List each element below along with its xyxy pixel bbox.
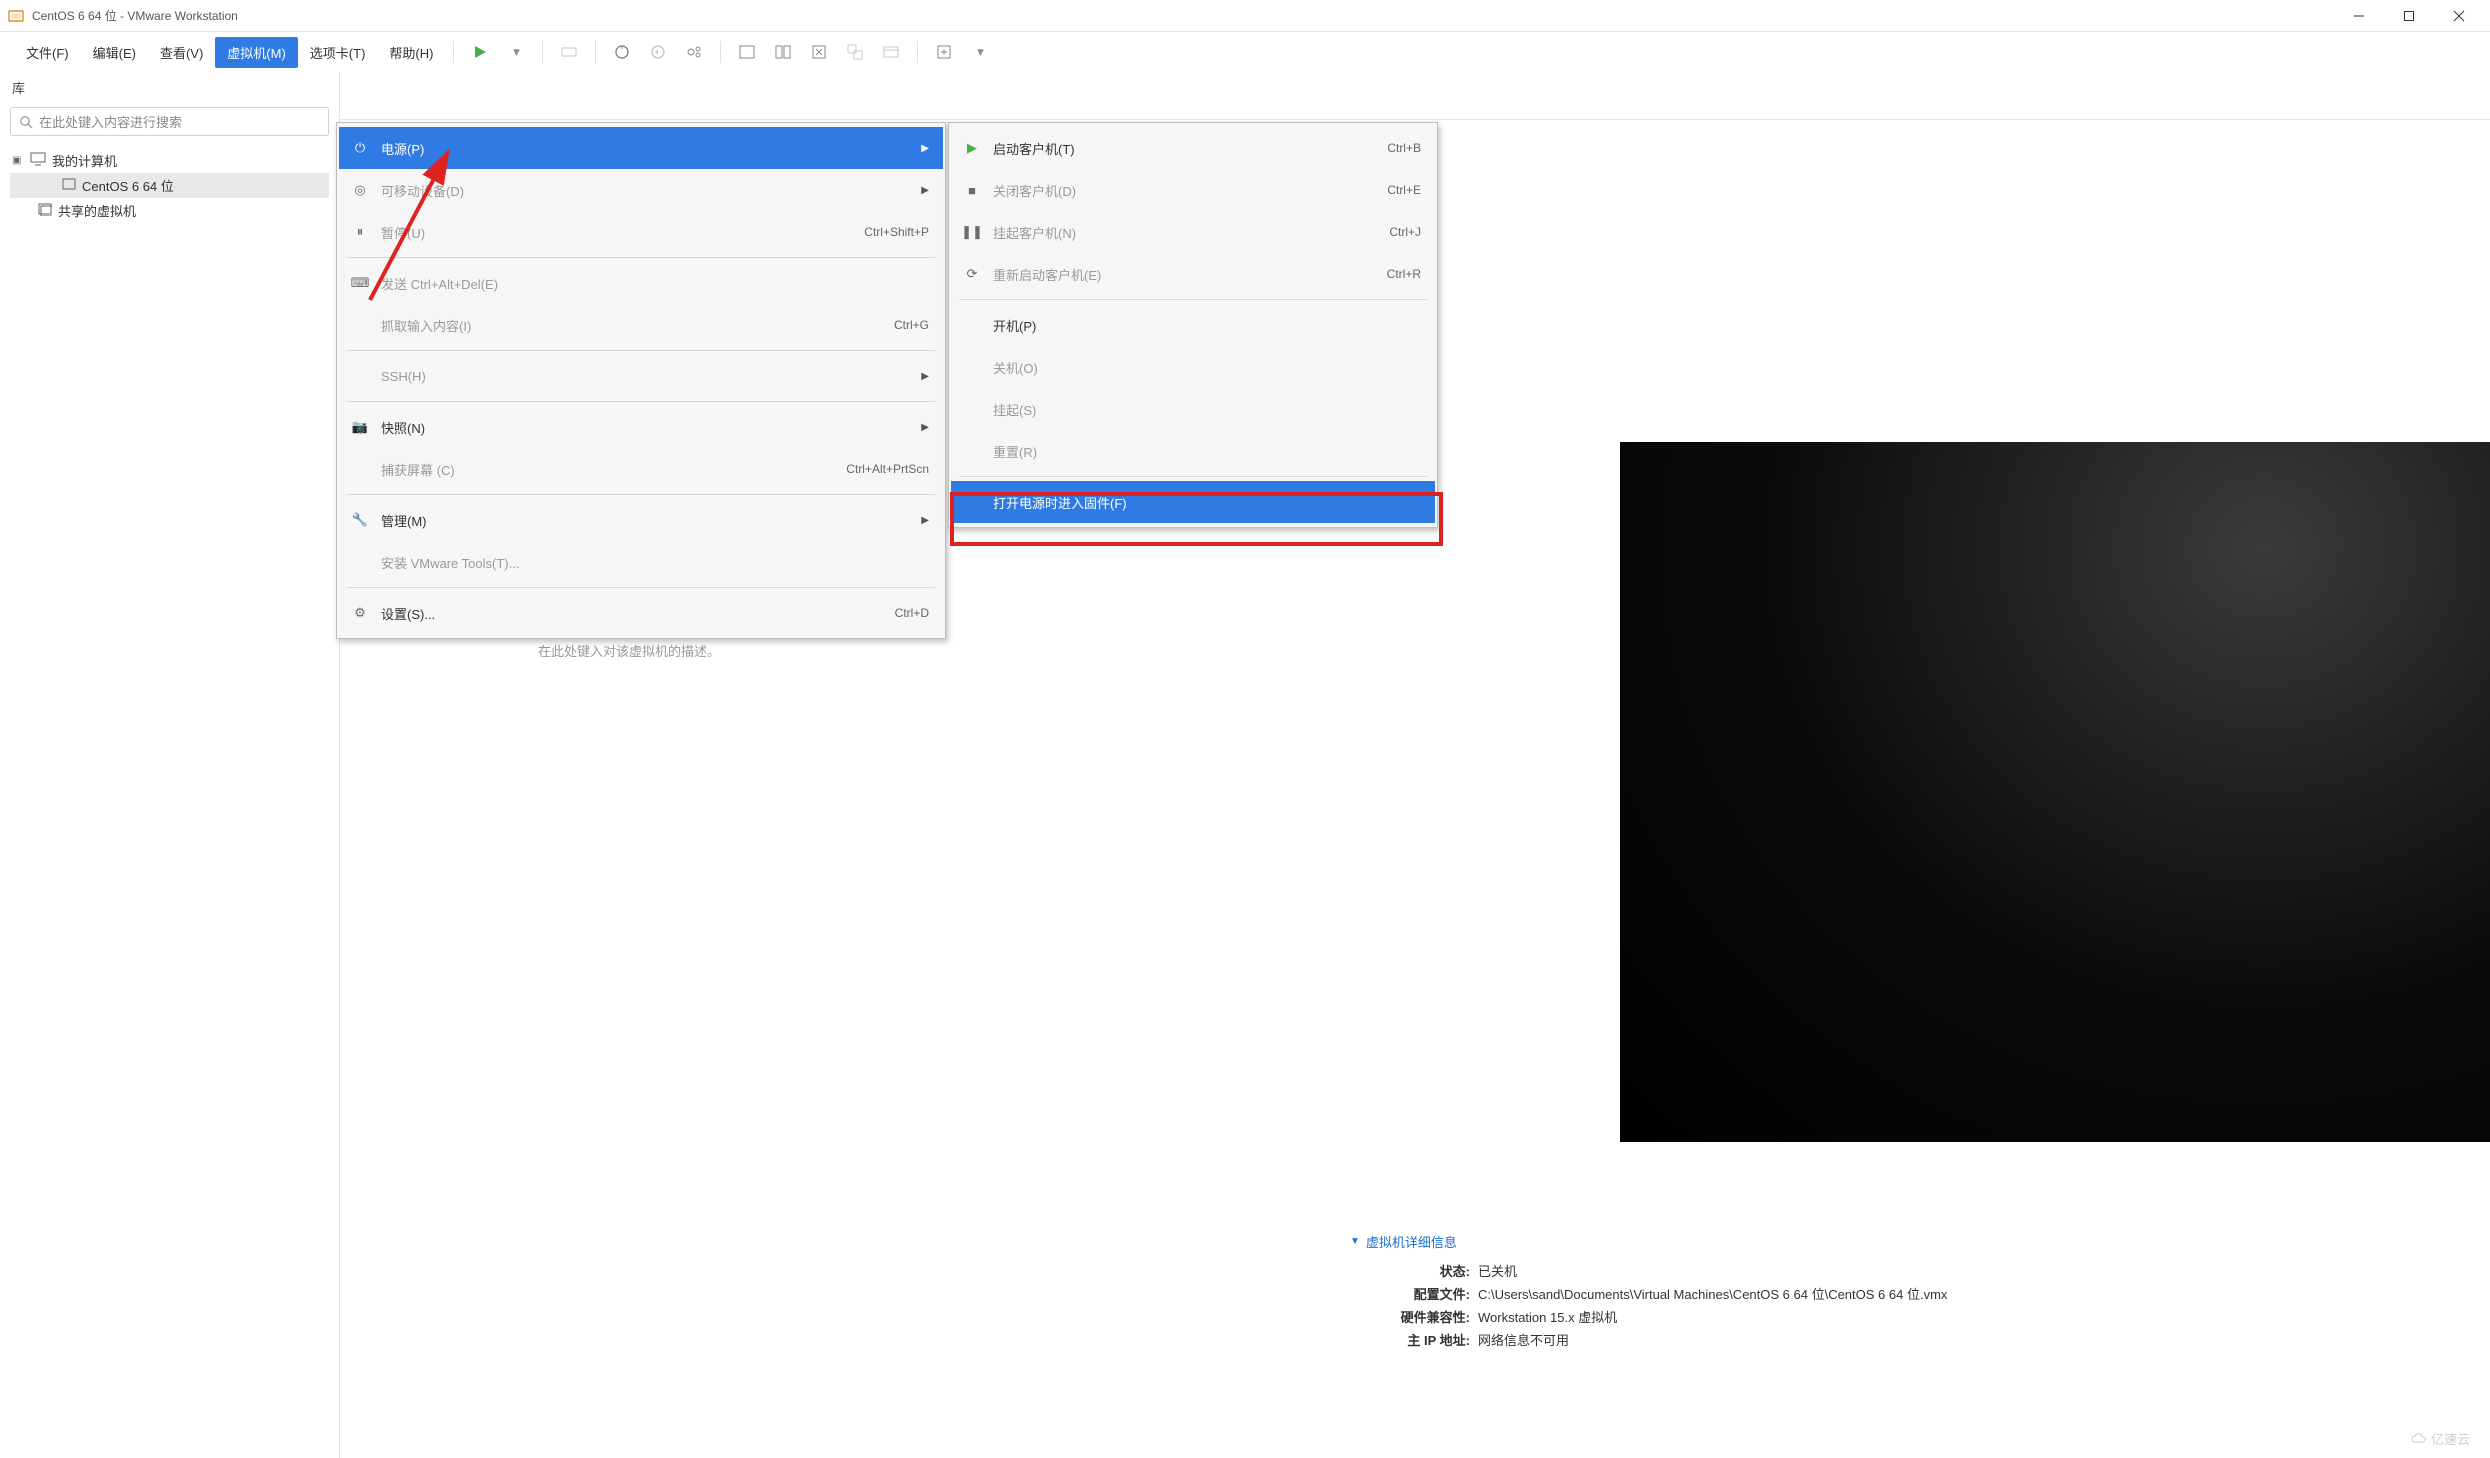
search-icon bbox=[19, 115, 33, 129]
pause-icon: ❚❚ bbox=[961, 224, 983, 240]
menu-item-suspend-guest[interactable]: ❚❚挂起客户机(N)Ctrl+J bbox=[951, 211, 1435, 253]
tree-shared[interactable]: 共享的虚拟机 bbox=[10, 198, 329, 223]
close-button[interactable] bbox=[2436, 1, 2482, 31]
menu-view[interactable]: 查看(V) bbox=[148, 37, 215, 68]
menu-item-power-off[interactable]: 关机(O) bbox=[951, 346, 1435, 388]
separator bbox=[347, 494, 935, 495]
snapshot-manager-icon[interactable] bbox=[682, 40, 706, 64]
menu-item-power-on[interactable]: 开机(P) bbox=[951, 304, 1435, 346]
vm-dropdown-menu: ⏻电源(P)▶ ◎可移动设备(D)▶ ⏸暂停(U)Ctrl+Shift+P ⌨发… bbox=[336, 122, 946, 639]
menu-item-send-cad[interactable]: ⌨发送 Ctrl+Alt+Del(E) bbox=[339, 262, 943, 304]
separator bbox=[959, 299, 1427, 300]
submenu-arrow-icon: ▶ bbox=[915, 422, 929, 433]
separator bbox=[347, 350, 935, 351]
expand-icon[interactable] bbox=[932, 40, 956, 64]
menu-item-settings[interactable]: ⚙设置(S)...Ctrl+D bbox=[339, 592, 943, 634]
tree-vm-item[interactable]: CentOS 6 64 位 bbox=[10, 173, 329, 198]
menu-tabs[interactable]: 选项卡(T) bbox=[298, 37, 378, 68]
wrench-icon: 🔧 bbox=[349, 512, 371, 528]
chevron-down-icon[interactable]: ▼ bbox=[1350, 1236, 1360, 1247]
dropdown-icon[interactable]: ▾ bbox=[968, 40, 992, 64]
search-placeholder: 在此处键入内容进行搜索 bbox=[39, 112, 182, 131]
snapshot-icon: 📷 bbox=[349, 419, 371, 435]
tree-shared-label: 共享的虚拟机 bbox=[58, 201, 136, 220]
separator bbox=[917, 41, 918, 63]
play-icon: ▶ bbox=[961, 140, 983, 156]
vm-preview bbox=[1620, 442, 2490, 1142]
menu-edit[interactable]: 编辑(E) bbox=[81, 37, 148, 68]
menu-help[interactable]: 帮助(H) bbox=[377, 37, 445, 68]
menu-item-manage[interactable]: 🔧管理(M)▶ bbox=[339, 499, 943, 541]
view-thumbnail-icon[interactable] bbox=[771, 40, 795, 64]
power-submenu: ▶启动客户机(T)Ctrl+B ■关闭客户机(D)Ctrl+E ❚❚挂起客户机(… bbox=[948, 122, 1438, 528]
restart-icon: ⟳ bbox=[961, 266, 983, 282]
separator bbox=[720, 41, 721, 63]
tree-root-label: 我的计算机 bbox=[52, 151, 117, 170]
dropdown-icon[interactable]: ▾ bbox=[504, 40, 528, 64]
power-icon: ⏻ bbox=[349, 140, 371, 156]
tab-strip bbox=[340, 72, 2490, 120]
library-header: 库 bbox=[0, 72, 339, 103]
menu-item-power-on-firmware[interactable]: 打开电源时进入固件(F) bbox=[951, 481, 1435, 523]
menu-item-removable[interactable]: ◎可移动设备(D)▶ bbox=[339, 169, 943, 211]
device-icon: ◎ bbox=[349, 182, 371, 198]
separator bbox=[347, 257, 935, 258]
pause-icon: ⏸ bbox=[349, 224, 371, 240]
fullscreen-icon[interactable] bbox=[879, 40, 903, 64]
minimize-button[interactable] bbox=[2336, 1, 2382, 31]
power-on-icon[interactable] bbox=[468, 40, 492, 64]
menu-item-install-tools[interactable]: 安装 VMware Tools(T)... bbox=[339, 541, 943, 583]
menu-item-power[interactable]: ⏻电源(P)▶ bbox=[339, 127, 943, 169]
menu-item-restart-guest[interactable]: ⟳重新启动客户机(E)Ctrl+R bbox=[951, 253, 1435, 295]
watermark: 亿速云 bbox=[2411, 1429, 2470, 1448]
title-bar: CentOS 6 64 位 - VMware Workstation bbox=[0, 0, 2490, 32]
separator bbox=[347, 587, 935, 588]
settings-icon: ⚙ bbox=[349, 605, 371, 621]
snapshot-revert-icon[interactable] bbox=[646, 40, 670, 64]
view-stretch-icon[interactable] bbox=[807, 40, 831, 64]
menu-item-start-guest[interactable]: ▶启动客户机(T)Ctrl+B bbox=[951, 127, 1435, 169]
menu-item-reset[interactable]: 重置(R) bbox=[951, 430, 1435, 472]
computer-icon bbox=[30, 152, 46, 169]
vm-details: ▼虚拟机详细信息 状态:已关机 配置文件:C:\Users\sand\Docum… bbox=[1350, 1232, 1947, 1351]
details-header: 虚拟机详细信息 bbox=[1366, 1232, 1457, 1251]
keyboard-icon: ⌨ bbox=[349, 275, 371, 291]
vm-icon bbox=[62, 177, 76, 194]
submenu-arrow-icon: ▶ bbox=[915, 515, 929, 526]
menu-item-capture-screen[interactable]: 捕获屏幕 (C)Ctrl+Alt+PrtScn bbox=[339, 448, 943, 490]
separator bbox=[959, 476, 1427, 477]
collapse-icon[interactable]: ▣ bbox=[12, 155, 24, 166]
search-input[interactable]: 在此处键入内容进行搜索 bbox=[10, 107, 329, 136]
library-tree: ▣ 我的计算机 CentOS 6 64 位 共享的虚拟机 bbox=[0, 144, 339, 227]
menu-item-suspend[interactable]: 挂起(S) bbox=[951, 388, 1435, 430]
submenu-arrow-icon: ▶ bbox=[915, 185, 929, 196]
separator bbox=[347, 401, 935, 402]
maximize-button[interactable] bbox=[2386, 1, 2432, 31]
submenu-arrow-icon: ▶ bbox=[915, 143, 929, 154]
menu-item-shutdown-guest[interactable]: ■关闭客户机(D)Ctrl+E bbox=[951, 169, 1435, 211]
separator bbox=[453, 41, 454, 63]
app-icon bbox=[8, 8, 24, 24]
tree-root[interactable]: ▣ 我的计算机 bbox=[10, 148, 329, 173]
shared-icon bbox=[38, 202, 52, 219]
submenu-arrow-icon: ▶ bbox=[915, 371, 929, 382]
menu-file[interactable]: 文件(F) bbox=[14, 37, 81, 68]
stop-icon: ■ bbox=[961, 183, 983, 198]
snapshot-take-icon[interactable] bbox=[610, 40, 634, 64]
separator bbox=[542, 41, 543, 63]
tree-vm-label: CentOS 6 64 位 bbox=[82, 176, 174, 195]
menu-item-ssh[interactable]: SSH(H)▶ bbox=[339, 355, 943, 397]
send-cad-icon[interactable] bbox=[557, 40, 581, 64]
menu-vm[interactable]: 虚拟机(M) bbox=[215, 37, 298, 68]
window-title: CentOS 6 64 位 - VMware Workstation bbox=[32, 7, 2336, 24]
menu-item-snapshot[interactable]: 📷快照(N)▶ bbox=[339, 406, 943, 448]
menu-item-pause[interactable]: ⏸暂停(U)Ctrl+Shift+P bbox=[339, 211, 943, 253]
menu-item-grab-input[interactable]: 抓取输入内容(I)Ctrl+G bbox=[339, 304, 943, 346]
menu-bar: 文件(F) 编辑(E) 查看(V) 虚拟机(M) 选项卡(T) 帮助(H) ▾ … bbox=[0, 32, 2490, 72]
separator bbox=[595, 41, 596, 63]
view-unity-icon[interactable] bbox=[843, 40, 867, 64]
library-sidebar: 库 在此处键入内容进行搜索 ▣ 我的计算机 CentOS 6 64 位 共享的虚… bbox=[0, 72, 340, 1458]
view-console-icon[interactable] bbox=[735, 40, 759, 64]
